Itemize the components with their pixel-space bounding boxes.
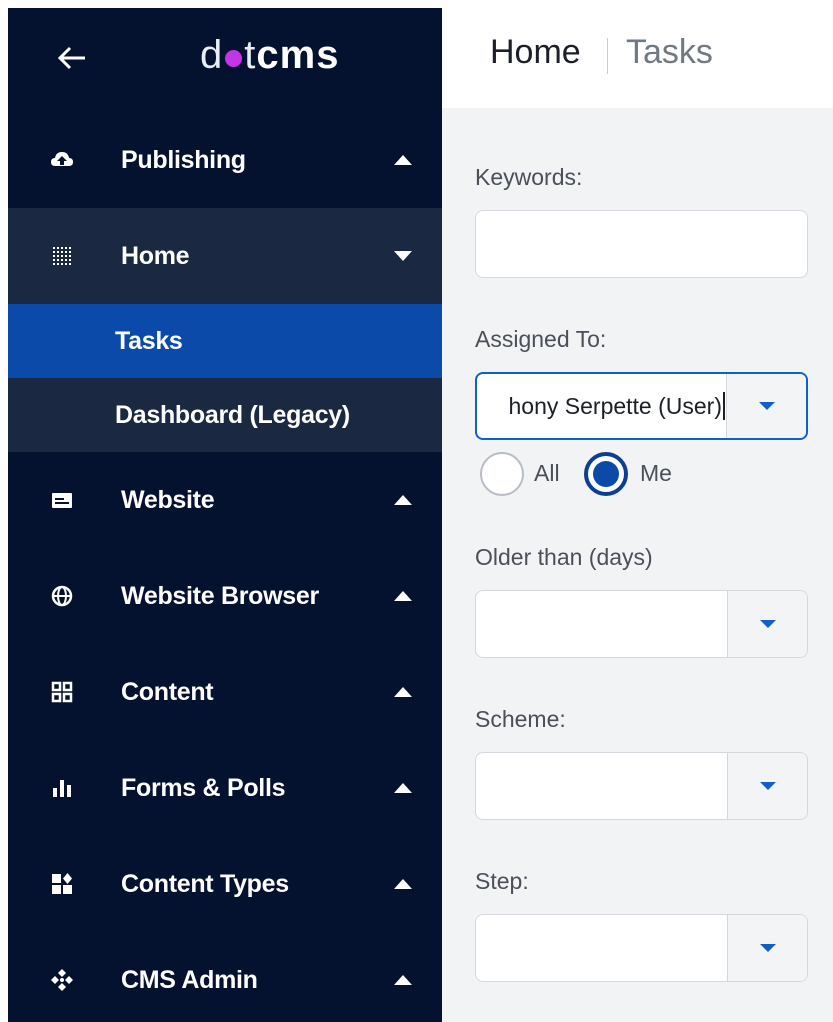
sidebar-item-content-types[interactable]: Content Types [8, 836, 442, 932]
chevron-up-icon [394, 495, 412, 505]
text-cursor [723, 392, 725, 420]
diamond-arrows-icon [51, 969, 73, 991]
chevron-down-icon [759, 944, 776, 952]
scheme-label: Scheme: [475, 706, 566, 732]
breadcrumb-current: Tasks [626, 33, 713, 71]
sidebar-item-label: Forms & Polls [121, 773, 286, 802]
page-header: Home Tasks [442, 8, 833, 108]
assigned-scope-radio-group: All Me [480, 448, 780, 496]
assigned-to-label: Assigned To: [475, 326, 607, 352]
sidebar-item-website-browser[interactable]: Website Browser [8, 548, 442, 644]
chevron-up-icon [394, 879, 412, 889]
sidebar-subitem-label: Dashboard (Legacy) [115, 400, 350, 429]
sidebar-subitem-label: Tasks [115, 326, 183, 355]
radio-all-label: All [534, 460, 560, 486]
breadcrumb-divider [607, 38, 608, 74]
radio-me-dot [593, 461, 619, 487]
sidebar-item-label: Content [121, 677, 214, 706]
chevron-up-icon [394, 783, 412, 793]
step-label: Step: [475, 868, 529, 894]
sidebar-nav: d t cms Publishing Home Tasks Dashboard (L [8, 8, 442, 1022]
logo-dot [225, 49, 243, 67]
sidebar-item-label: CMS Admin [121, 965, 258, 994]
older-than-label: Older than (days) [475, 544, 653, 570]
task-filter-panel: Keywords: Assigned To: hony Serpette (Us… [442, 108, 833, 1022]
chevron-up-icon [394, 155, 412, 165]
sidebar-item-label: Publishing [121, 145, 246, 174]
browser-window-icon [52, 493, 72, 508]
dotcms-logo: d t cms [200, 32, 340, 77]
sidebar-item-label: Home [121, 241, 190, 270]
sidebar-item-label: Website [121, 485, 215, 514]
older-than-value[interactable] [476, 591, 728, 657]
older-than-dropdown[interactable] [475, 590, 808, 658]
sidebar-header: d t cms [8, 8, 442, 104]
bar-chart-icon [53, 780, 71, 797]
chevron-down-icon [759, 620, 776, 628]
sidebar-item-cms-admin[interactable]: CMS Admin [8, 932, 442, 1022]
keywords-label: Keywords: [475, 164, 583, 190]
scheme-dropdown-button[interactable] [727, 753, 807, 819]
grid-dots-icon [53, 247, 71, 265]
sidebar-item-forms-polls[interactable]: Forms & Polls [8, 740, 442, 836]
arrow-left-icon[interactable] [52, 38, 92, 78]
sidebar-item-home[interactable]: Home [8, 208, 442, 304]
step-dropdown[interactable] [475, 914, 808, 982]
sidebar-subitem-dashboard-legacy[interactable]: Dashboard (Legacy) [8, 378, 442, 452]
keywords-input[interactable] [475, 210, 808, 278]
assigned-to-dropdown[interactable]: hony Serpette (User) [475, 372, 808, 440]
content-types-icon [52, 873, 72, 894]
assigned-to-dropdown-button[interactable] [726, 374, 806, 438]
chevron-down-icon [759, 782, 776, 790]
radio-all[interactable] [480, 452, 524, 496]
globe-icon [51, 585, 73, 607]
sidebar-item-label: Content Types [121, 869, 289, 898]
sidebar-item-publishing[interactable]: Publishing [8, 112, 442, 208]
radio-me-label: Me [640, 460, 672, 486]
grid-squares-icon [51, 681, 73, 703]
radio-me[interactable] [584, 452, 628, 496]
breadcrumb-home[interactable]: Home [490, 33, 581, 72]
scheme-dropdown[interactable] [475, 752, 808, 820]
sidebar-item-content[interactable]: Content [8, 644, 442, 740]
chevron-up-icon [394, 975, 412, 985]
chevron-up-icon [394, 687, 412, 697]
scheme-value[interactable] [476, 753, 728, 819]
older-than-dropdown-button[interactable] [727, 591, 807, 657]
chevron-up-icon [394, 591, 412, 601]
step-dropdown-button[interactable] [727, 915, 807, 981]
sidebar-subitem-tasks[interactable]: Tasks [8, 304, 442, 378]
assigned-to-value[interactable]: hony Serpette (User) [477, 374, 729, 438]
sidebar-item-website[interactable]: Website [8, 452, 442, 548]
sidebar-item-label: Website Browser [121, 581, 319, 610]
chevron-down-icon [758, 402, 775, 410]
cloud-upload-icon [51, 152, 73, 166]
chevron-down-icon [394, 251, 412, 261]
step-value[interactable] [476, 915, 728, 981]
